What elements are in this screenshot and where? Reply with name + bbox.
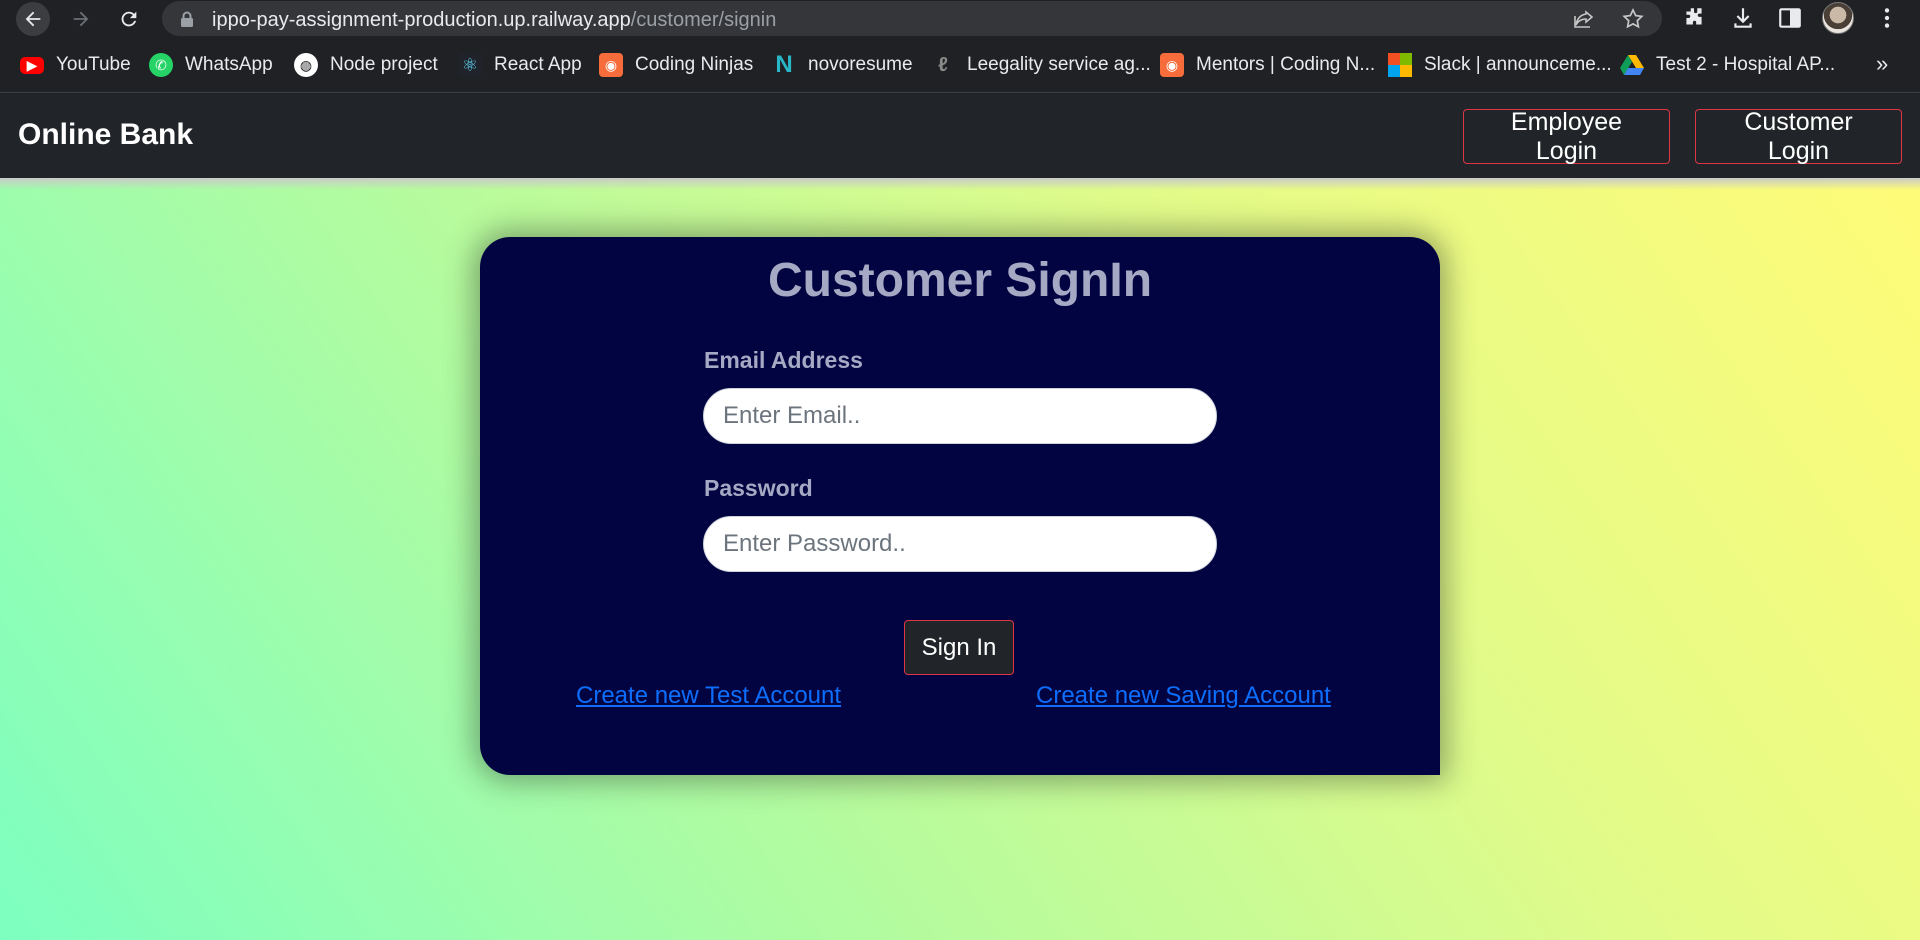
- email-field[interactable]: [703, 388, 1217, 444]
- more-bookmarks-button[interactable]: »: [1876, 51, 1888, 77]
- youtube-icon: ▶: [20, 56, 44, 74]
- bookmark-label: Leegality service ag...: [967, 54, 1151, 75]
- reload-button[interactable]: [112, 2, 146, 36]
- password-field[interactable]: [703, 516, 1217, 572]
- coding-ninjas-icon: ◉: [1160, 53, 1184, 77]
- bookmark-mentors-coding-ninjas[interactable]: ◉ Mentors | Coding N...: [1160, 51, 1375, 79]
- page-title: Customer SignIn: [767, 254, 1153, 307]
- bookmark-slack[interactable]: Slack | announceme...: [1388, 51, 1612, 79]
- address-bar[interactable]: ippo-pay-assignment-production.up.railwa…: [162, 1, 1662, 36]
- email-label: Email Address: [704, 347, 863, 373]
- reload-icon: [121, 11, 137, 27]
- coding-ninjas-icon: ◉: [599, 53, 623, 77]
- employee-login-button[interactable]: Employee Login: [1463, 108, 1670, 165]
- bookmark-node-project[interactable]: ◍ Node project: [294, 51, 438, 79]
- url-path: /customer/signin: [630, 9, 777, 31]
- create-test-account-link[interactable]: Create new Test Account: [576, 682, 841, 710]
- url-host: ippo-pay-assignment-production.up.railwa…: [212, 9, 631, 31]
- bookmark-label: Slack | announceme...: [1424, 54, 1612, 75]
- side-panel-icon[interactable]: [1777, 5, 1803, 31]
- star-icon[interactable]: [1621, 7, 1645, 31]
- forward-button[interactable]: [64, 2, 98, 36]
- bookmark-label: YouTube: [56, 54, 131, 75]
- signin-card: Customer SignIn Email Address Password S…: [480, 237, 1440, 775]
- bookmark-label: Coding Ninjas: [635, 54, 754, 75]
- lock-icon: [181, 11, 193, 27]
- bookmark-youtube[interactable]: ▶ YouTube: [20, 51, 131, 79]
- bookmark-react-app[interactable]: ⚛ React App: [458, 51, 582, 79]
- create-saving-account-link[interactable]: Create new Saving Account: [1036, 682, 1331, 710]
- arrow-right-icon: [73, 11, 89, 27]
- globe-icon: ◍: [294, 53, 318, 77]
- google-drive-icon: [1620, 55, 1644, 75]
- bookmark-whatsapp[interactable]: ✆ WhatsApp: [149, 51, 273, 79]
- bookmark-label: novoresume: [808, 54, 913, 75]
- browser-toolbar: ippo-pay-assignment-production.up.railwa…: [0, 0, 1920, 37]
- sign-in-button[interactable]: Sign In: [904, 620, 1014, 675]
- url-text: ippo-pay-assignment-production.up.railwa…: [212, 9, 776, 32]
- password-label: Password: [704, 475, 813, 501]
- leegality-icon: ℓ: [938, 53, 948, 76]
- download-icon[interactable]: [1730, 5, 1756, 31]
- bookmark-novoresume[interactable]: N novoresume: [772, 51, 913, 79]
- bookmark-label: Mentors | Coding N...: [1196, 54, 1376, 75]
- customer-login-button[interactable]: Customer Login: [1695, 108, 1902, 165]
- novoresume-icon: N: [775, 51, 793, 78]
- more-vert-icon[interactable]: [1874, 5, 1900, 31]
- brand-logo[interactable]: Online Bank: [18, 118, 193, 152]
- bookmarks-bar: ▶ YouTube ✆ WhatsApp ◍ Node project ⚛ Re…: [0, 37, 1920, 93]
- profile-avatar[interactable]: [1822, 2, 1854, 34]
- react-icon: ⚛: [458, 53, 482, 77]
- arrow-left-icon: [25, 11, 41, 27]
- bookmark-label: Node project: [330, 54, 438, 75]
- navbar-shadow: [0, 178, 1920, 190]
- bookmark-label: React App: [494, 54, 582, 75]
- bookmark-test-hospital[interactable]: Test 2 - Hospital AP...: [1620, 51, 1835, 79]
- extensions-icon[interactable]: [1681, 5, 1707, 31]
- share-icon[interactable]: [1572, 7, 1596, 31]
- bookmark-leegality[interactable]: ℓ Leegality service ag...: [931, 51, 1151, 79]
- bookmark-label: WhatsApp: [185, 54, 273, 75]
- bookmark-label: Test 2 - Hospital AP...: [1656, 54, 1836, 75]
- microsoft-icon: [1388, 53, 1412, 77]
- app-navbar: Online Bank Employee Login Customer Logi…: [0, 94, 1920, 178]
- whatsapp-icon: ✆: [149, 53, 173, 77]
- back-button[interactable]: [16, 2, 50, 36]
- bookmark-coding-ninjas[interactable]: ◉ Coding Ninjas: [599, 51, 753, 79]
